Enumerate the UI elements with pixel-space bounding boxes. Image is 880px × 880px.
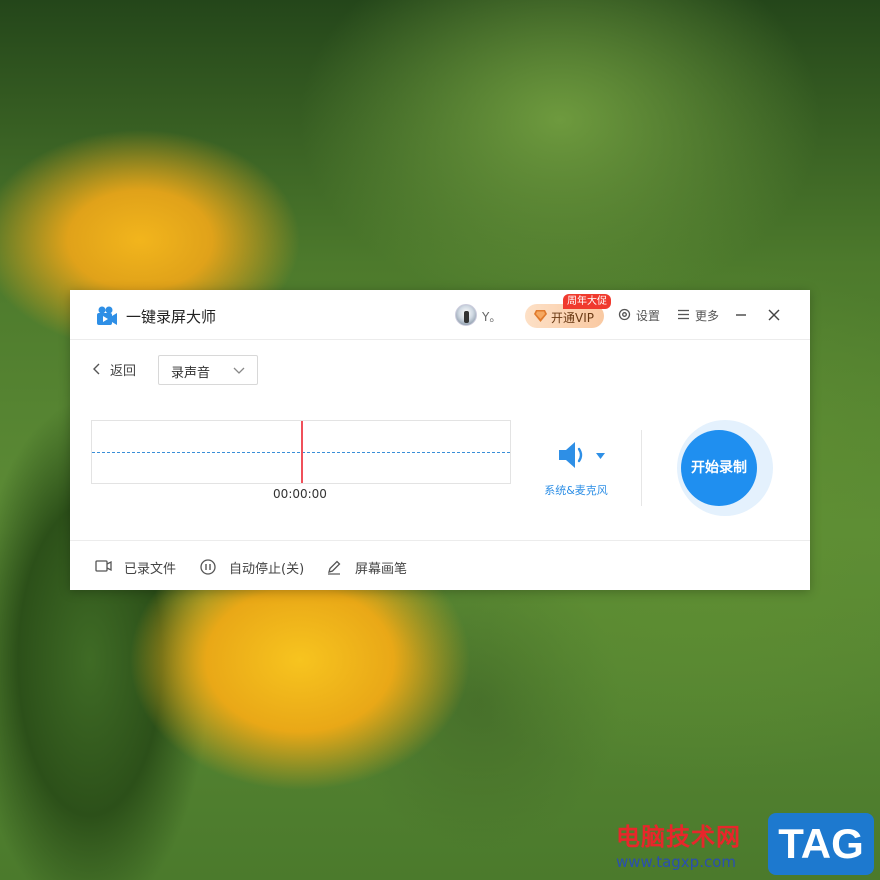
mode-select-value: 录声音 xyxy=(171,366,211,381)
speaker-icon xyxy=(559,442,583,468)
settings-label: 设置 xyxy=(636,309,661,323)
watermark-logo: TAG xyxy=(768,813,874,875)
audio-source-select[interactable]: 系统&麦克风 xyxy=(536,438,616,498)
start-record-button[interactable]: 开始录制 xyxy=(681,430,757,506)
recorded-files-label: 已录文件 xyxy=(124,562,177,577)
audio-waveform xyxy=(91,420,511,484)
pen-icon xyxy=(328,560,341,575)
close-icon[interactable] xyxy=(766,307,782,323)
record-timer: 00:00:00 xyxy=(273,487,327,501)
pause-circle-icon xyxy=(200,559,216,575)
auto-stop-label: 自动停止(关) xyxy=(229,562,305,577)
more-button[interactable]: 更多 xyxy=(677,307,723,323)
footer-bar: 已录文件 自动停止(关) 屏幕画笔 xyxy=(70,540,810,590)
watermark-site-name: 电脑技术网 xyxy=(616,823,741,851)
watermark-url: www.tagxp.com xyxy=(616,853,736,871)
video-file-icon xyxy=(95,560,112,572)
watermark-text: 电脑技术网 www.tagxp.com xyxy=(612,815,762,875)
settings-button[interactable]: 设置 xyxy=(618,307,664,323)
chevron-left-icon xyxy=(93,363,100,375)
screen-pen-label: 屏幕画笔 xyxy=(355,562,408,577)
back-button[interactable]: 返回 xyxy=(92,360,144,379)
playhead xyxy=(301,421,303,483)
app-title: 一键录屏大师 xyxy=(126,308,217,326)
minimize-icon[interactable] xyxy=(733,307,749,323)
recorded-files-button[interactable]: 已录文件 xyxy=(95,558,195,577)
vip-label: 开通VIP xyxy=(551,311,594,325)
divider xyxy=(641,430,642,506)
avatar[interactable] xyxy=(455,304,477,326)
back-label: 返回 xyxy=(110,364,137,379)
screen-pen-button[interactable]: 屏幕画笔 xyxy=(326,558,426,577)
menu-icon xyxy=(678,309,689,320)
caret-down-icon xyxy=(596,453,605,459)
username[interactable]: Y。 xyxy=(482,308,501,325)
promo-badge: 周年大促 xyxy=(563,294,611,309)
chevron-down-icon xyxy=(233,367,245,374)
more-label: 更多 xyxy=(695,309,720,323)
title-bar: 一键录屏大师 Y。 开通VIP 周年大促 设置 更多 xyxy=(70,290,810,340)
audio-source-label: 系统&麦克风 xyxy=(544,484,608,497)
diamond-icon xyxy=(534,310,547,322)
gear-icon xyxy=(618,308,631,321)
mode-select[interactable]: 录声音 xyxy=(158,355,258,385)
auto-stop-button[interactable]: 自动停止(关) xyxy=(200,558,320,577)
app-window: 一键录屏大师 Y。 开通VIP 周年大促 设置 更多 返回 录声音 00:00:… xyxy=(70,290,810,590)
camera-logo-icon xyxy=(97,306,117,325)
